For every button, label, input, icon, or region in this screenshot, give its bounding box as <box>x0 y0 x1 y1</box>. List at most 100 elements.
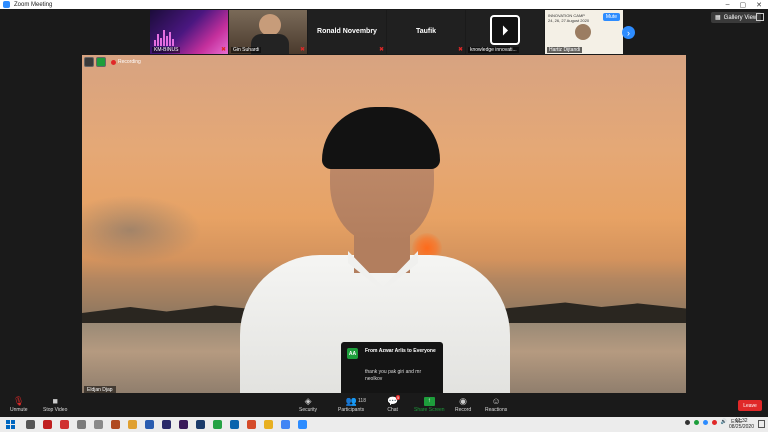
tray-icon[interactable] <box>693 419 699 425</box>
volume-icon[interactable]: 🔊 <box>721 419 727 425</box>
minimize-button[interactable]: – <box>726 1 730 9</box>
participant-name: Ronald Novembry <box>317 28 377 35</box>
tray-icon[interactable] <box>702 419 708 425</box>
participant-name: Hartiz Dijtandi <box>547 47 583 53</box>
taskbar-app-icon[interactable] <box>196 420 205 429</box>
video-camera-icon: ■ <box>52 396 58 406</box>
speaker-figure <box>322 107 440 169</box>
fullscreen-icon[interactable] <box>756 13 764 21</box>
meeting-stage: ✖ KM-BINUS ✖ Gin Suhardi Ronald Novembry… <box>0 9 768 398</box>
gallery-view-label: Gallery View <box>723 14 758 21</box>
shield-icon: ◈ <box>304 396 312 406</box>
play-logo-icon: ⏵ <box>490 15 520 45</box>
taskbar-app-icon[interactable] <box>43 420 52 429</box>
recording-dot-icon <box>111 59 116 65</box>
window-title: Zoom Meeting <box>14 1 53 8</box>
meeting-info-bar: Recording <box>84 57 141 67</box>
participant-name: knowledge innovati... <box>468 47 519 53</box>
taskbar-app-icon[interactable] <box>162 420 171 429</box>
taskbar-app-icon[interactable] <box>128 420 137 429</box>
reactions-label: Reactions <box>485 407 508 413</box>
unmute-button[interactable]: 🎙 Unmute <box>10 395 28 413</box>
chrome-icon[interactable] <box>281 420 290 429</box>
record-icon: ◉ <box>459 396 467 406</box>
chat-sender: From Azwar Arlis to Everyone <box>365 348 436 354</box>
audio-bars-graphic <box>154 30 174 46</box>
stop-video-button[interactable]: ■ Stop Video <box>43 395 67 413</box>
mic-off-icon: 🎙 <box>13 396 25 406</box>
participants-label: Participants <box>338 407 365 413</box>
window-titlebar: Zoom Meeting – ▢ ✕ <box>0 0 768 9</box>
chat-notification[interactable]: AA From Azwar Arlis to Everyone thank yo… <box>341 342 443 398</box>
unmute-label: Unmute <box>10 407 28 413</box>
close-button[interactable]: ✕ <box>756 1 762 9</box>
notification-icon[interactable] <box>758 420 765 428</box>
record-label: Record <box>455 407 472 413</box>
video-background <box>82 195 202 265</box>
taskbar-app-icon[interactable] <box>111 420 120 429</box>
taskbar-app-icon[interactable] <box>60 420 69 429</box>
mic-muted-icon: ✖ <box>220 47 226 53</box>
folder-icon[interactable] <box>264 420 273 429</box>
meeting-toolbar: 🎙 Unmute ■ Stop Video ◈ Security 👥 118 P… <box>0 393 768 417</box>
participants-button[interactable]: 👥 118 Participants <box>338 395 366 413</box>
search-icon[interactable] <box>26 420 35 429</box>
reactions-button[interactable]: ☺ Reactions <box>485 395 507 413</box>
encryption-shield-icon[interactable] <box>96 57 106 67</box>
participant-tile[interactable]: Taufik ✖ <box>387 10 465 54</box>
whatsapp-icon[interactable] <box>213 420 222 429</box>
window-controls: – ▢ ✕ <box>726 1 762 9</box>
participant-video <box>259 14 281 36</box>
stop-video-label: Stop Video <box>43 407 68 413</box>
clock-date: 08/25/2020 <box>728 424 754 430</box>
participant-name: Gin Suhardi <box>231 47 262 53</box>
participant-strip: ✖ KM-BINUS ✖ Gin Suhardi Ronald Novembry… <box>150 10 623 54</box>
participant-tile[interactable]: INNOVATION CAMP 24, 26, 27 August 2020 Mu… <box>545 10 623 54</box>
zoom-app-icon <box>3 1 10 8</box>
record-button[interactable]: ◉ Record <box>455 395 471 413</box>
smiley-icon: ☺ <box>491 396 501 406</box>
mute-tag[interactable]: Mute <box>602 13 620 21</box>
participants-count: 118 <box>358 398 366 404</box>
participant-tile[interactable]: ✖ Gin Suhardi <box>229 10 307 54</box>
share-screen-icon: ↑ <box>423 397 435 406</box>
tray-icon[interactable] <box>684 419 690 425</box>
mic-muted-icon: ✖ <box>457 47 463 53</box>
zoom-taskbar-icon[interactable] <box>298 420 307 429</box>
taskbar-app-icon[interactable] <box>145 420 154 429</box>
taskbar-app-icon[interactable] <box>247 420 256 429</box>
leave-button[interactable]: Leave <box>738 400 762 411</box>
maximize-button[interactable]: ▢ <box>740 1 747 9</box>
participants-icon: 👥 <box>345 396 357 406</box>
recording-label: Recording <box>118 59 141 65</box>
taskbar-app-icon[interactable] <box>94 420 103 429</box>
shared-doc-graphic: INNOVATION CAMP 24, 26, 27 August 2020 <box>548 13 590 23</box>
chat-message: thank you pak giri and mr neolkov <box>365 369 422 382</box>
taskbar-clock[interactable]: 11:32 08/25/2020 <box>729 418 754 430</box>
chat-unread-badge: 5 <box>396 395 401 400</box>
security-label: Security <box>299 407 318 413</box>
info-icon[interactable] <box>84 57 94 67</box>
taskbar-app-icon[interactable] <box>179 420 188 429</box>
participant-name: KM-BINUS <box>152 47 181 53</box>
participant-name: Taufik <box>415 28 437 35</box>
chat-label: Chat <box>387 407 398 413</box>
chat-button[interactable]: 💬 5 Chat <box>387 395 401 413</box>
sender-avatar: AA <box>347 348 358 359</box>
windows-start-icon[interactable] <box>4 420 16 430</box>
next-page-button[interactable]: › <box>622 26 635 39</box>
participant-tile[interactable]: ✖ KM-BINUS <box>150 10 228 54</box>
gallery-view-button[interactable]: ▦ Gallery View <box>711 12 762 23</box>
tray-icon[interactable] <box>711 419 717 425</box>
taskbar-app-icon[interactable] <box>77 420 86 429</box>
share-screen-button[interactable]: ↑ Share Screen <box>414 395 445 413</box>
participant-tile[interactable]: Ronald Novembry ✖ <box>308 10 386 54</box>
mic-muted-icon: ✖ <box>378 47 384 53</box>
participant-tile[interactable]: ⏵ knowledge innovati... <box>466 10 544 54</box>
grid-icon: ▦ <box>715 15 721 21</box>
security-button[interactable]: ◈ Security <box>299 395 317 413</box>
taskbar-app-icon[interactable] <box>230 420 239 429</box>
share-screen-label: Share Screen <box>414 407 445 413</box>
windows-taskbar: 🔊 ENG 11:32 08/25/2020 <box>0 417 768 432</box>
mic-muted-icon: ✖ <box>299 47 305 53</box>
